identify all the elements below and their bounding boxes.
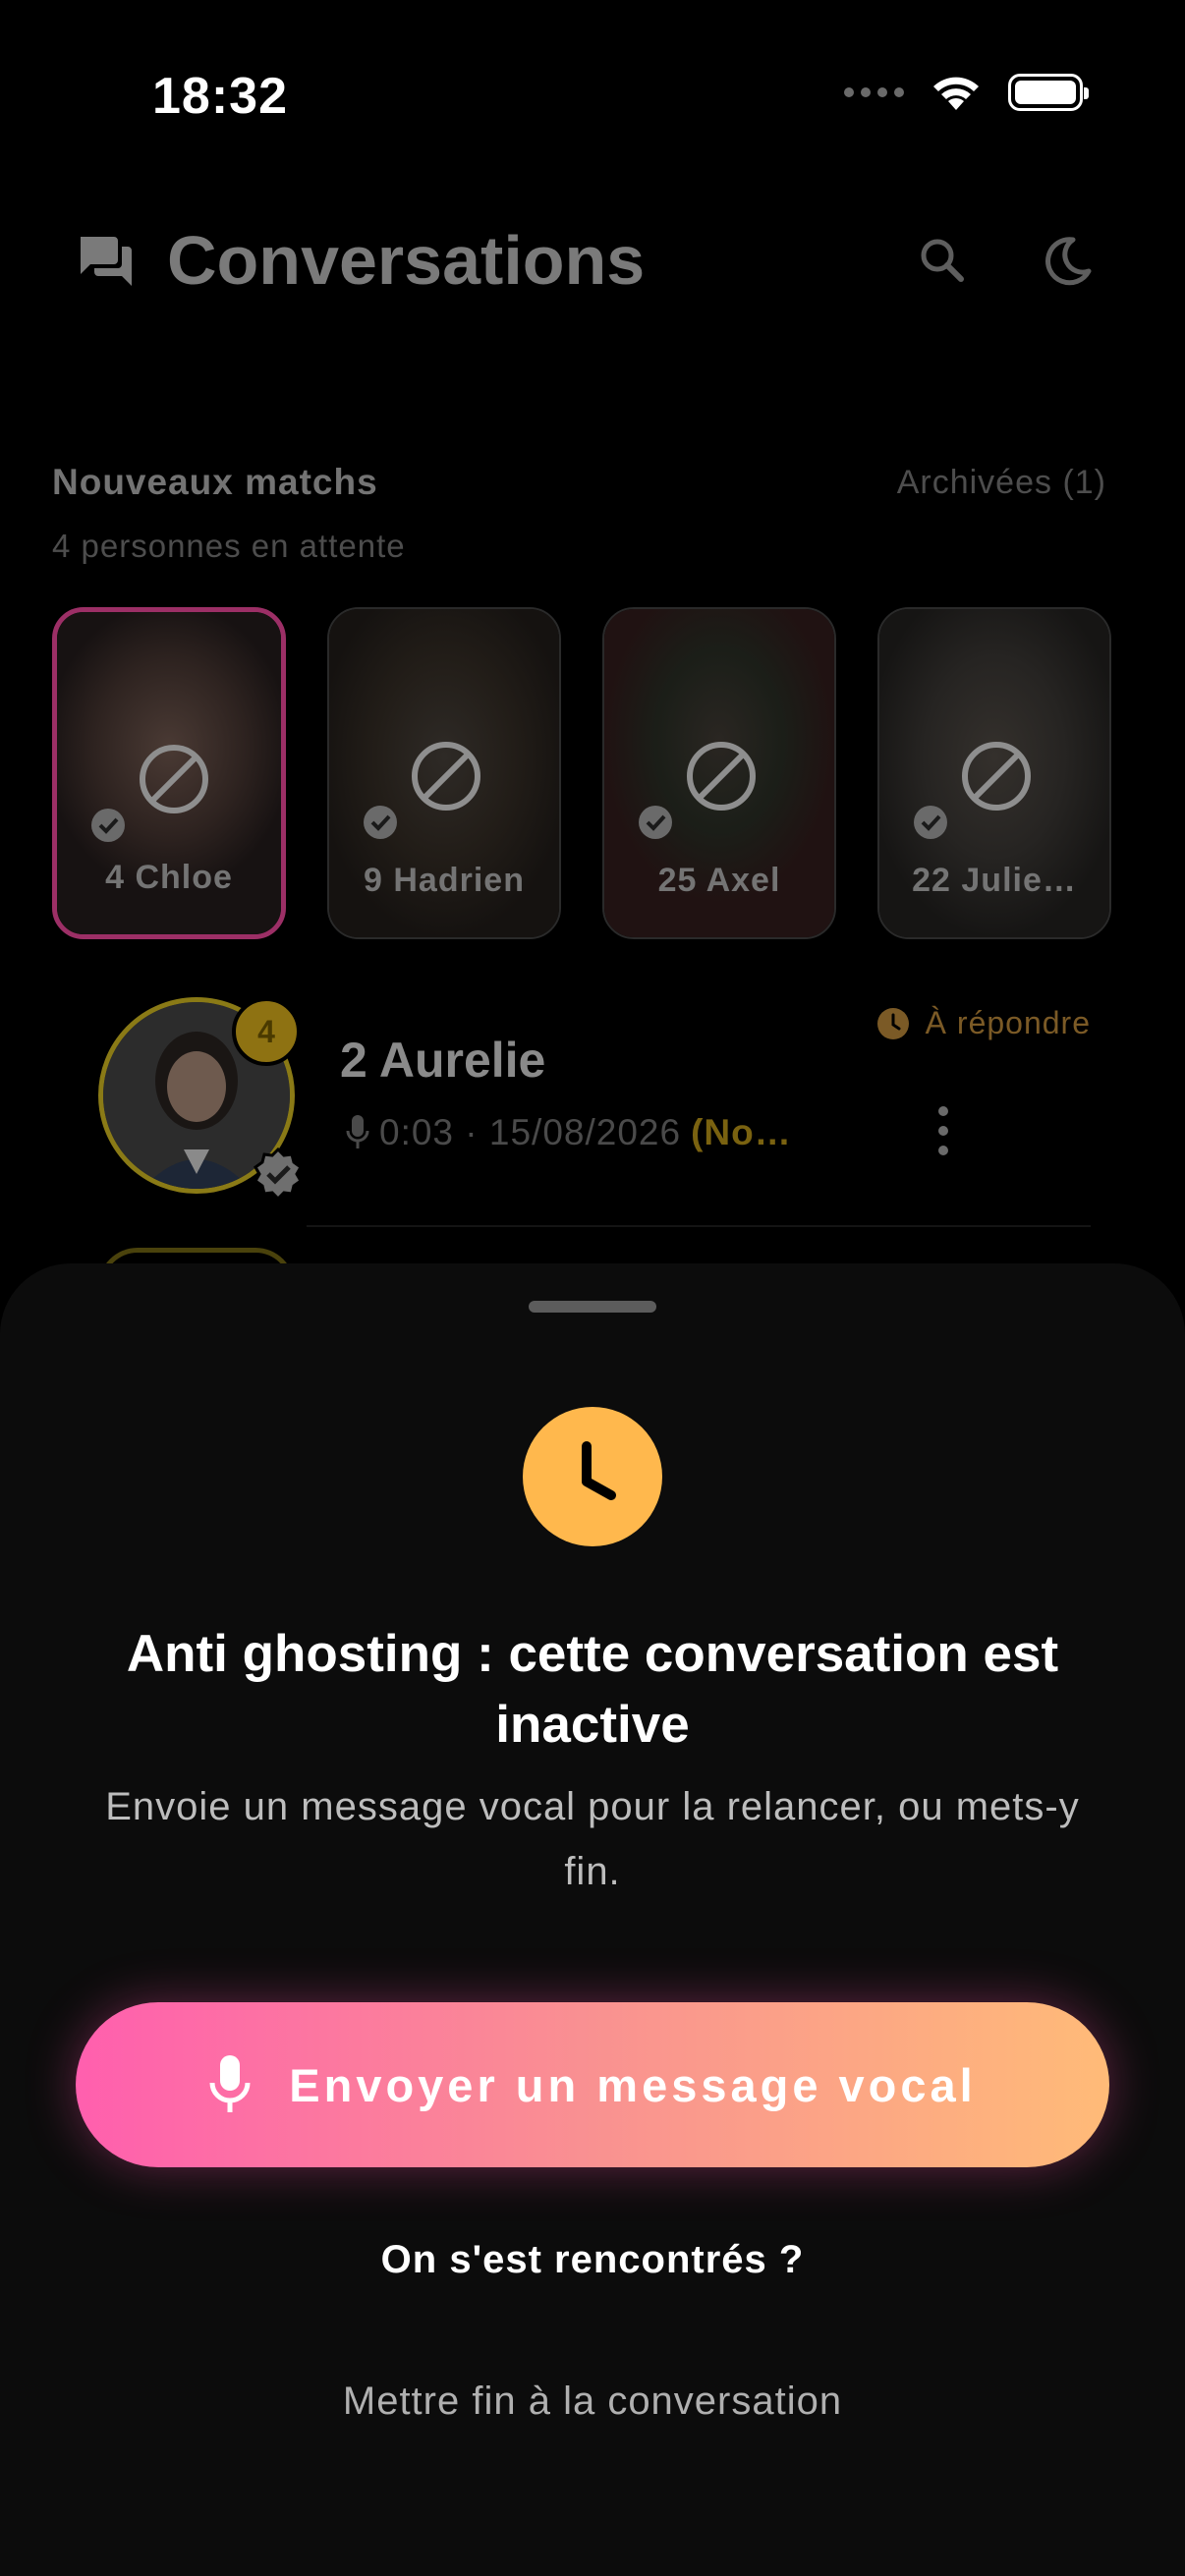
blocked-icon (962, 742, 1031, 811)
search-icon[interactable] (912, 230, 973, 291)
match-card[interactable]: 9 Hadrien (327, 607, 561, 939)
sheet-description: Envoie un message vocal pour la relancer… (105, 1785, 1080, 1893)
conversations-screen: Conversations Nouveaux matchs 4 personne… (0, 0, 1185, 1287)
verified-badge-icon (639, 806, 672, 839)
sheet-grabber[interactable] (529, 1301, 656, 1313)
match-name: 9 Hadrien (364, 862, 525, 899)
clock-icon (876, 1007, 909, 1039)
met-in-person-link[interactable]: On s'est rencontrés ? (0, 2238, 1185, 2282)
match-name: 22 Julie… (912, 862, 1077, 899)
microphone-icon (209, 2055, 251, 2112)
new-matches-title: Nouveaux matchs (52, 462, 378, 502)
blocked-icon (412, 742, 480, 811)
blocked-icon (140, 745, 208, 813)
verified-badge-icon (364, 806, 397, 839)
conversation-meta: 0:03 · 15/08/2026 (379, 1112, 682, 1152)
page-title: Conversations (167, 222, 646, 299)
send-voice-message-button[interactable]: Envoyer un message vocal (76, 2002, 1109, 2167)
moon-icon[interactable] (1038, 230, 1099, 291)
conversation-row[interactable]: 4 2 Aurelie 0:03 · 15/08/2026 (No… À rép… (98, 997, 1091, 1227)
unread-count-badge: 4 (232, 997, 301, 1066)
match-name: 4 Chloe (105, 859, 233, 896)
new-matches-carousel: 4 Chloe 9 Hadrien 25 Axel 22 Julie… (52, 607, 1113, 939)
clock-icon (523, 1407, 662, 1546)
chat-bubbles-icon (81, 237, 132, 286)
verified-badge-icon (91, 809, 125, 842)
microphone-icon (346, 1115, 369, 1148)
conversation-meta-highlight: (No… (691, 1112, 792, 1152)
anti-ghosting-sheet: Anti ghosting : cette conversation est i… (0, 1263, 1185, 2576)
status-badge: À répondre (876, 1005, 1091, 1041)
blocked-icon (687, 742, 756, 811)
conversation-last-message: 0:03 · 15/08/2026 (No… (346, 1112, 792, 1153)
sheet-title: Anti ghosting : cette conversation est i… (126, 1625, 1059, 1754)
header: Conversations (77, 218, 1108, 303)
send-voice-message-label: Envoyer un message vocal (289, 2058, 977, 2111)
match-card[interactable]: 4 Chloe (52, 607, 286, 939)
archives-link[interactable]: Archivées (1) (897, 464, 1106, 502)
match-name: 25 Axel (657, 862, 781, 899)
more-vertical-icon[interactable] (933, 1101, 953, 1160)
divider (307, 1225, 1091, 1227)
verified-badge-icon (914, 806, 947, 839)
match-card[interactable]: 25 Axel (602, 607, 836, 939)
header-actions (912, 230, 1099, 291)
new-matches-subtitle: 4 personnes en attente (52, 528, 406, 564)
status-label: À répondre (925, 1005, 1091, 1040)
end-conversation-link[interactable]: Mettre fin à la conversation (0, 2380, 1185, 2424)
match-card[interactable]: 22 Julie… (877, 607, 1111, 939)
conversation-name: 2 Aurelie (340, 1033, 546, 1088)
verified-badge-icon (254, 1147, 303, 1202)
